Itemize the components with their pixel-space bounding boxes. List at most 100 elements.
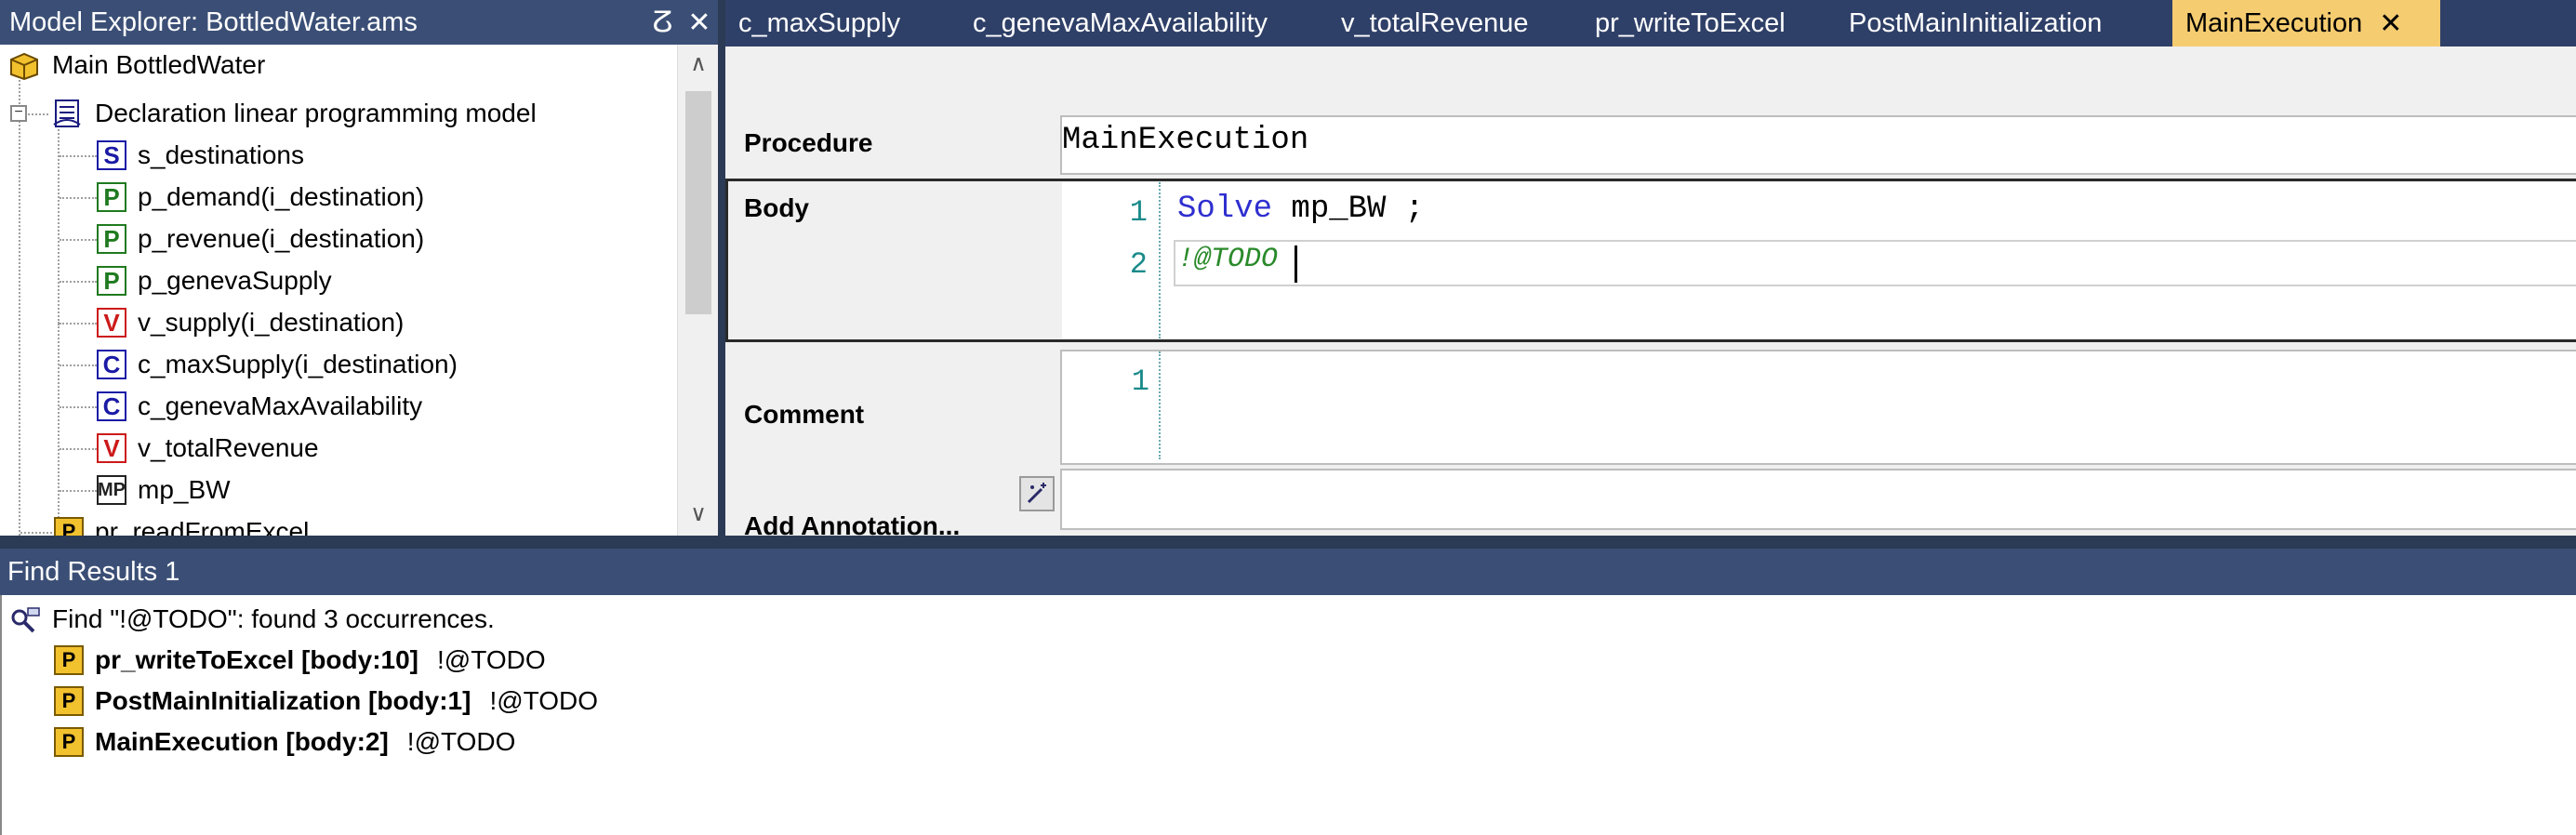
collapse-expander-icon[interactable]: − [10,105,27,122]
tab-c-genevamaxavailability[interactable]: c_genevaMaxAvailability [965,0,1275,46]
code-token: mp_BW ; [1272,192,1425,227]
procedure-name: MainExecution [1062,123,1309,158]
add-annotation-button[interactable] [1019,476,1055,511]
tree-item-label: s_destinations [138,140,305,169]
procedure-label: Procedure [744,128,873,157]
tree-item-p-genevasupply[interactable]: P p_genevaSupply [97,260,332,301]
variable-icon: V [97,308,126,338]
tree-item-c-maxsupply[interactable]: C c_maxSupply(i_destination) [97,344,458,385]
procedure-icon: P [54,517,84,536]
tree-item-pr-readfromexcel[interactable]: P pr_readFromExcel [54,511,309,536]
find-result-match: !@TODO [489,686,599,715]
parameter-icon: P [97,182,126,212]
close-explorer-icon[interactable]: ✕ [681,7,718,39]
tree-connector [60,323,97,325]
tree-item-label: p_genevaSupply [138,266,332,295]
comment-label: Comment [744,400,865,429]
tree-item-label: v_totalRevenue [138,433,319,462]
find-results-titlebar: Find Results 1 [0,549,2576,595]
tree-item-s-destinations[interactable]: S s_destinations [97,135,304,176]
body-label: Body [744,193,809,222]
tree-item-v-totalrevenue[interactable]: V v_totalRevenue [97,428,319,469]
find-binoculars-icon [11,607,40,633]
tab-label: pr_writeToExcel [1595,7,1786,38]
tree-item-label: p_revenue(i_destination) [138,224,425,253]
tab-c-maxsupply[interactable]: c_maxSupply [731,0,908,46]
set-icon: S [97,140,126,170]
tree-connector [28,113,48,115]
current-line-highlight [1174,240,2576,286]
line-number: 1 [1129,195,1148,230]
constraint-icon: C [97,350,126,379]
pin-icon[interactable]: ⵒ [644,7,681,39]
model-explorer-tree: Main BottledWater − Declaration linear p… [0,45,718,536]
main-model-icon [10,52,38,80]
scroll-up-icon[interactable]: ∧ [678,50,719,77]
find-results-title: Find Results 1 [7,556,180,587]
find-result-location: MainExecution [body:2] [95,727,389,756]
tab-mainexecution[interactable]: MainExecution ✕ [2172,0,2440,46]
comment-field[interactable]: 1 [1060,350,2576,465]
tree-item-label: Main BottledWater [52,50,266,79]
tree-item-label: mp_BW [138,475,231,504]
scrollbar-thumb[interactable] [685,91,711,314]
tree-item-label: c_maxSupply(i_destination) [138,350,458,378]
text-cursor [1295,245,1297,283]
tree-connector [58,324,60,536]
math-program-icon: MP [97,475,126,505]
find-result-match: !@TODO [437,645,546,674]
tree-item-mp-bw[interactable]: MP mp_BW [97,470,231,510]
procedure-icon: P [54,727,84,757]
tree-connector [60,364,97,366]
find-result-item[interactable]: P pr_writeToExcel [body:10] !@TODO [54,640,546,681]
procedure-icon: P [54,645,84,675]
parameter-icon: P [97,266,126,296]
tree-item-label: v_supply(i_destination) [138,308,405,337]
code-line-1[interactable]: Solve mp_BW ; [1177,192,1424,227]
annotation-field[interactable] [1060,469,2576,530]
tree-item-v-supply[interactable]: V v_supply(i_destination) [97,302,404,343]
find-results-panel: Find "!@TODO": found 3 occurrences. P pr… [0,595,2576,835]
tree-item-declaration-section[interactable]: Declaration linear programming model [50,93,537,134]
tree-item-label: Declaration linear programming model [95,99,537,127]
declaration-section-icon [53,99,81,127]
find-summary-row: Find "!@TODO": found 3 occurrences. [9,599,495,640]
procedure-name-field[interactable]: MainExecution [1060,115,2576,175]
tree-item-p-demand[interactable]: P p_demand(i_destination) [97,177,424,218]
parameter-icon: P [97,224,126,254]
find-result-item[interactable]: P MainExecution [body:2] !@TODO [54,722,515,762]
scroll-down-icon[interactable]: ∨ [678,500,719,527]
tree-connector [60,239,97,241]
tab-postmaininitialization[interactable]: PostMainInitialization [1841,0,2109,46]
find-result-location: pr_writeToExcel [body:10] [95,645,419,674]
tree-item-c-genevamaxavailability[interactable]: C c_genevaMaxAvailability [97,386,422,427]
tree-connector [60,406,97,408]
tree-connector [58,100,60,324]
variable-icon: V [97,433,126,463]
tree-connector [60,281,97,283]
tree-connector [19,76,20,536]
explorer-scrollbar[interactable]: ∧ ∨ [677,45,718,536]
tree-item-label: p_demand(i_destination) [138,182,425,211]
close-tab-icon[interactable]: ✕ [2379,7,2402,40]
tab-pr-writetoexcel[interactable]: pr_writeToExcel [1587,0,1793,46]
line-number: 2 [1129,247,1148,282]
tree-connector [20,532,52,534]
tree-item-label: pr_readFromExcel [95,517,310,536]
find-result-match: !@TODO [406,727,516,756]
tree-connector [60,155,97,157]
code-line-2-comment[interactable]: !@TODO [1177,244,1278,275]
tree-connector [60,448,97,450]
tree-item-p-revenue[interactable]: P p_revenue(i_destination) [97,219,424,259]
procedure-editor: Procedure MainExecution Body 1 Solve mp_… [725,46,2576,540]
find-result-item[interactable]: P PostMainInitialization [body:1] !@TODO [54,681,598,722]
tab-v-totalrevenue[interactable]: v_totalRevenue [1334,0,1536,46]
tree-item-main-bottledwater[interactable]: Main BottledWater [7,45,265,86]
gutter-divider [1159,351,1161,459]
constraint-icon: C [97,391,126,421]
body-code-area[interactable]: 1 Solve mp_BW ; 2 !@TODO [1062,182,2576,338]
magic-wand-icon [1027,483,1046,504]
keyword-token: Solve [1177,192,1273,227]
tab-label: PostMainInitialization [1849,7,2103,38]
tab-label: c_genevaMaxAvailability [973,7,1268,38]
